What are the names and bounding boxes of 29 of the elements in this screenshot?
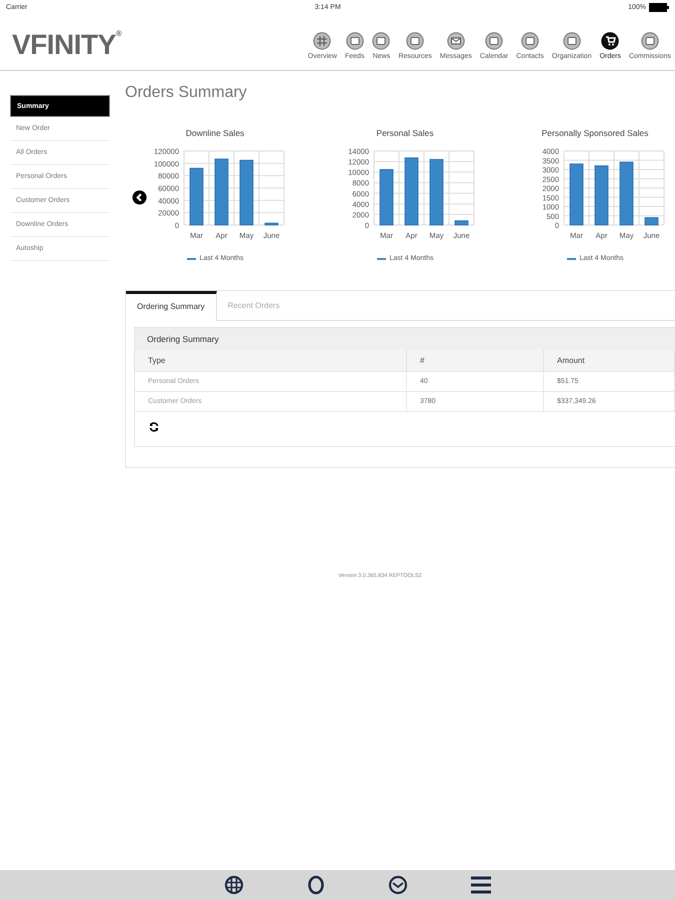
bar: [240, 160, 254, 226]
column-header: #: [406, 350, 544, 372]
bar: [404, 157, 418, 226]
chart-title: Downline Sales: [186, 128, 244, 138]
bar: [454, 220, 468, 226]
cart-icon: [601, 32, 620, 50]
logo: VFINITY$^{®}$: [12, 28, 122, 61]
column-header: Type: [135, 350, 406, 372]
bar: [430, 159, 444, 226]
battery-icon: [649, 2, 669, 12]
back-arrow-button[interactable]: [132, 190, 147, 205]
bar: [190, 168, 204, 226]
refresh-icon[interactable]: [149, 422, 159, 432]
page-title: Orders Summary: [125, 84, 248, 102]
bar: [570, 164, 584, 226]
tab[interactable]: Ordering Summary: [126, 291, 217, 321]
bar: [214, 158, 228, 226]
card-title: Ordering Summary: [135, 328, 675, 350]
globe-icon[interactable]: [224, 875, 244, 895]
chart-title: Personally Sponsored Sales: [542, 128, 648, 138]
bar: [644, 217, 658, 226]
chart-title: Personal Sales: [376, 128, 434, 138]
bar: [594, 165, 608, 226]
globe-icon: [313, 32, 332, 50]
bar: [264, 222, 278, 226]
column-header: Amount: [544, 350, 674, 372]
bar: [380, 169, 394, 226]
bar: [620, 162, 634, 226]
menu-icon[interactable]: [470, 876, 492, 894]
